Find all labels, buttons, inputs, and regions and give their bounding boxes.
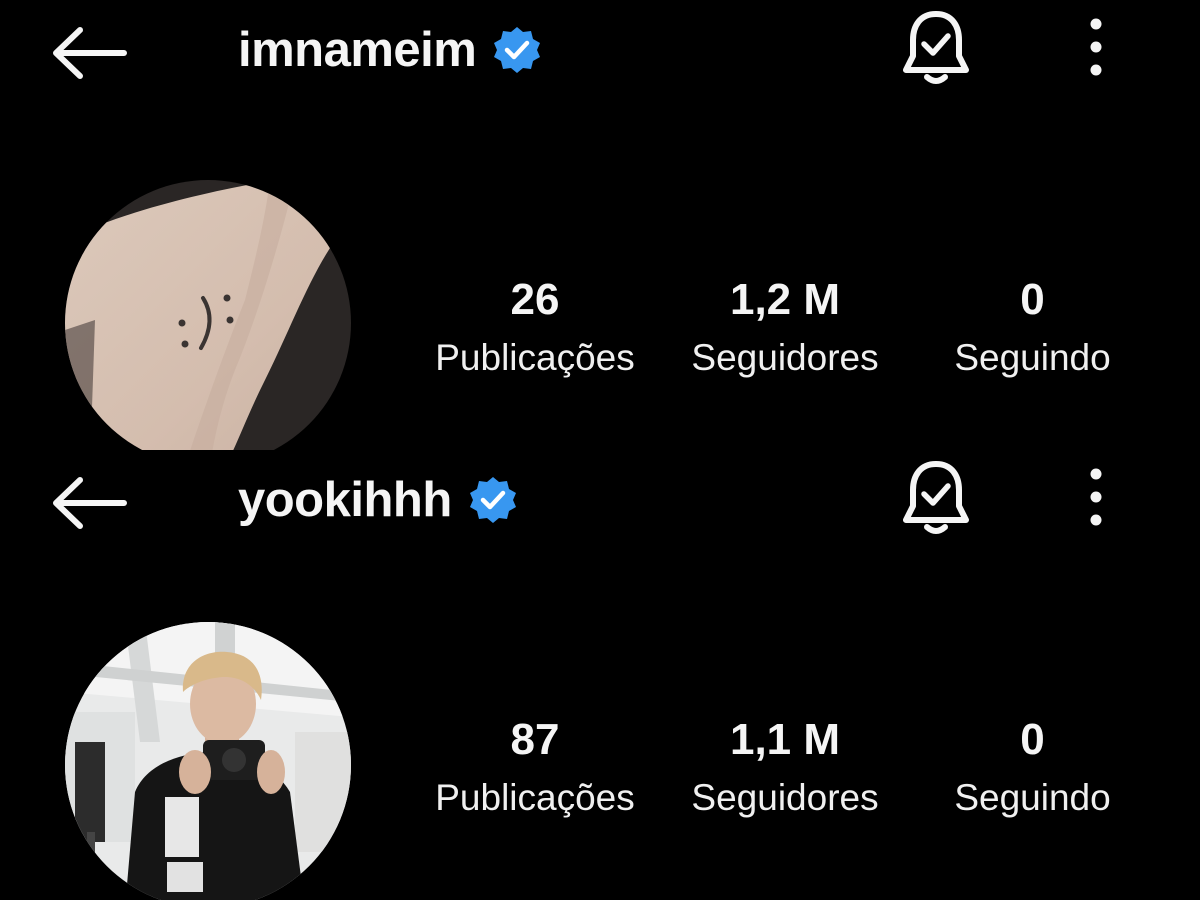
stat-following[interactable]: 0 Seguindo: [930, 712, 1135, 828]
posts-count: 26: [510, 275, 560, 324]
followers-count: 1,2 M: [729, 275, 841, 324]
more-options-icon[interactable]: [1078, 466, 1114, 528]
following-label: Seguindo: [954, 777, 1111, 818]
following-count: 0: [1020, 275, 1045, 324]
profile-avatar[interactable]: [65, 180, 351, 450]
followers-label: Seguidores: [691, 337, 879, 378]
posts-label: Publicações: [435, 777, 635, 818]
stat-followers[interactable]: 1,1 M Seguidores: [670, 712, 900, 828]
back-arrow-icon[interactable]: [50, 474, 130, 532]
followers-count: 1,1 M: [729, 715, 841, 764]
verified-badge-icon: [469, 477, 516, 523]
avatar-person-photo: [65, 622, 351, 900]
verified-badge-icon: [494, 27, 541, 73]
stat-posts[interactable]: 87 Publicações: [410, 712, 660, 828]
username: imnameim: [238, 22, 477, 77]
more-options-icon[interactable]: [1078, 16, 1114, 78]
username: yookihhh: [238, 472, 452, 527]
notification-bell-icon[interactable]: [898, 6, 974, 88]
posts-count: 87: [510, 715, 560, 764]
profile-header-imnameim: imnameim 26 Publicações 1,2 M Seguidores…: [0, 0, 1200, 450]
following-label: Seguindo: [954, 337, 1111, 378]
stat-posts[interactable]: 26 Publicações: [410, 272, 660, 388]
profile-title: imnameim: [238, 18, 542, 82]
stat-followers[interactable]: 1,2 M Seguidores: [670, 272, 900, 388]
profile-title: yookihhh: [238, 468, 518, 532]
back-arrow-icon[interactable]: [50, 24, 130, 82]
stat-following[interactable]: 0 Seguindo: [930, 272, 1135, 388]
avatar-tattoo-photo: [65, 180, 351, 450]
posts-label: Publicações: [435, 337, 635, 378]
following-count: 0: [1020, 715, 1045, 764]
followers-label: Seguidores: [691, 777, 879, 818]
profile-header-yookihhh: yookihhh 87 Publicações 1,1 M Seguidores…: [0, 450, 1200, 900]
notification-bell-icon[interactable]: [898, 456, 974, 538]
profile-avatar[interactable]: [65, 622, 351, 900]
